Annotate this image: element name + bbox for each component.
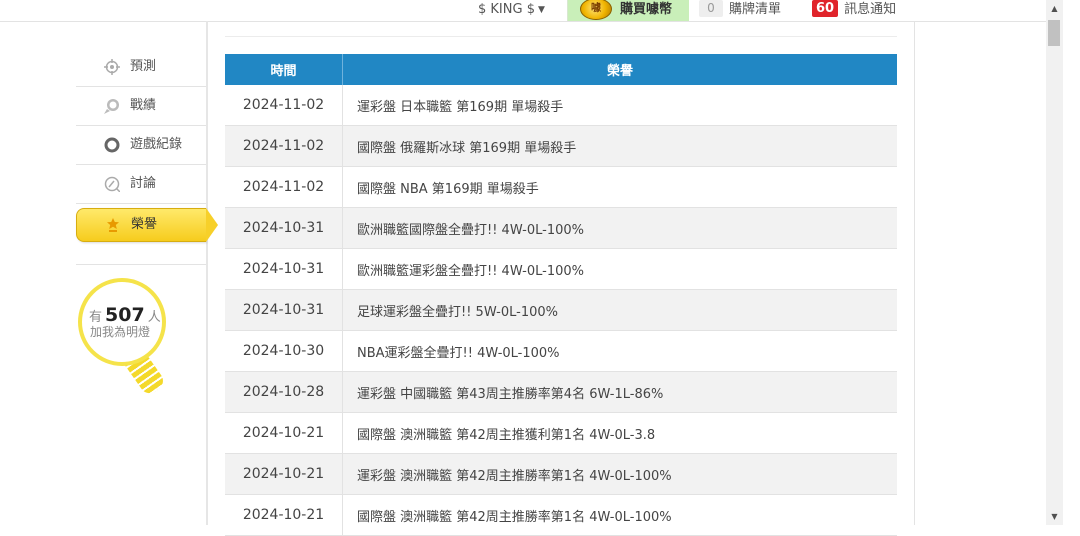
caret-down-icon: ▼ (537, 5, 545, 15)
column-header-honor: 榮譽 (342, 54, 897, 85)
honor-title: 運彩盤 澳洲職籃 第42周主推勝率第1名 4W-0L-100% (342, 453, 897, 495)
honor-date: 2024-10-31 (225, 289, 343, 331)
crosshair-icon (104, 59, 120, 75)
honor-date: 2024-10-30 (225, 330, 343, 372)
notify-count-badge: 60 (812, 0, 839, 17)
table-row: 2024-10-31 歐洲職籃國際盤全疊打!! 4W-0L-100% (225, 207, 897, 249)
sidebar-item-discuss[interactable]: 討論 (76, 165, 206, 204)
table-row: 2024-10-31 歐洲職籃運彩盤全疊打!! 4W-0L-100% (225, 248, 897, 290)
medal-icon (107, 218, 119, 232)
content-right-border (914, 21, 915, 525)
honor-date: 2024-11-02 (225, 166, 343, 208)
follow-bulb[interactable]: 有 507 人 加我為明燈 (78, 278, 176, 398)
honor-date: 2024-10-31 (225, 207, 343, 249)
table-row: 2024-10-21 國際盤 澳洲職籃 第42周主推獲利第1名 4W-0L-3.8 (225, 412, 897, 454)
sidebar-item-label: 戰績 (130, 98, 157, 113)
buy-coins-label: 購買噱幣 (620, 2, 673, 17)
honor-title: 國際盤 NBA 第169期 單場殺手 (342, 166, 897, 208)
honor-date: 2024-11-02 (225, 85, 343, 126)
sidebar-item-record[interactable]: 戰績 (76, 87, 206, 126)
ring-icon (104, 137, 120, 153)
table-row: 2024-10-31 足球運彩盤全疊打!! 5W-0L-100% (225, 289, 897, 331)
table-row: 2024-10-21 運彩盤 澳洲職籃 第42周主推勝率第1名 4W-0L-100… (225, 453, 897, 495)
sidebar-nav: 預測 戰績 遊戲紀錄 討論 榮譽 (76, 48, 218, 265)
honor-date: 2024-10-28 (225, 371, 343, 413)
honor-title: 國際盤 俄羅斯冰球 第169期 單場殺手 (342, 125, 897, 167)
honor-title: 國際盤 澳洲職籃 第42周主推獲利第1名 4W-0L-3.8 (342, 412, 897, 454)
honor-title: NBA運彩盤全疊打!! 4W-0L-100% (342, 330, 897, 372)
vertical-scrollbar[interactable]: ▲ ▼ (1046, 0, 1063, 525)
scroll-down-arrow-icon[interactable]: ▼ (1046, 508, 1063, 525)
user-menu[interactable]: $ KING $ ▼ (478, 0, 545, 21)
honors-table: 時間 榮譽 2024-11-02 運彩盤 日本職籃 第169期 單場殺手 2024-… (225, 54, 897, 536)
sidebar-item-honors[interactable]: 榮譽 (76, 208, 218, 242)
table-header-row: 時間 榮譽 (225, 54, 897, 85)
honor-title: 歐洲職籃國際盤全疊打!! 4W-0L-100% (342, 207, 897, 249)
content-top-divider (225, 36, 897, 37)
notify-label: 訊息通知 (844, 2, 897, 17)
notifications-link[interactable]: 60 訊息通知 (812, 0, 896, 21)
sidebar-item-label: 榮譽 (131, 217, 158, 232)
honor-date: 2024-10-21 (225, 494, 343, 536)
top-bar: $ KING $ ▼ 噱 購買噱幣 0 購牌清單 60 訊息通知 (0, 0, 1046, 22)
cart-label: 購牌清單 (729, 2, 782, 17)
sidebar-item-label: 遊戲紀錄 (130, 137, 183, 152)
column-header-time: 時間 (225, 54, 343, 85)
user-name: $ KING $ (478, 2, 535, 17)
honor-title: 歐洲職籃運彩盤全疊打!! 4W-0L-100% (342, 248, 897, 290)
table-row: 2024-10-30 NBA運彩盤全疊打!! 4W-0L-100% (225, 330, 897, 372)
coin-icon: 噱 (580, 0, 612, 20)
sidebar-item-predict[interactable]: 預測 (76, 48, 206, 87)
sidebar-item-game-log[interactable]: 遊戲紀錄 (76, 126, 206, 165)
table-row: 2024-10-28 運彩盤 中國職籃 第43周主推勝率第4名 6W-1L-86% (225, 371, 897, 413)
table-row: 2024-10-21 國際盤 澳洲職籃 第42周主推勝率第1名 4W-0L-100… (225, 494, 897, 536)
honor-date: 2024-11-02 (225, 125, 343, 167)
sidebar-divider (206, 21, 208, 525)
sidebar-item-label: 預測 (130, 59, 157, 74)
honor-date: 2024-10-31 (225, 248, 343, 290)
table-row: 2024-11-02 國際盤 NBA 第169期 單場殺手 (225, 166, 897, 208)
honor-date: 2024-10-21 (225, 453, 343, 495)
scroll-thumb[interactable] (1048, 20, 1060, 46)
table-row: 2024-11-02 國際盤 俄羅斯冰球 第169期 單場殺手 (225, 125, 897, 167)
follow-label: 加我為明燈 (90, 325, 151, 339)
table-row: 2024-11-02 運彩盤 日本職籃 第169期 單場殺手 (225, 85, 897, 126)
sidebar-item-label: 討論 (130, 176, 157, 191)
honor-title: 運彩盤 日本職籃 第169期 單場殺手 (342, 85, 897, 126)
honor-date: 2024-10-21 (225, 412, 343, 454)
honor-title: 足球運彩盤全疊打!! 5W-0L-100% (342, 289, 897, 331)
buy-coins-button[interactable]: 噱 購買噱幣 (567, 0, 689, 21)
table-body: 2024-11-02 運彩盤 日本職籃 第169期 單場殺手 2024-11-02 國… (225, 85, 897, 536)
chat-bubble-icon (104, 99, 119, 114)
comment-icon (104, 176, 120, 192)
sidebar-spacer (76, 242, 206, 265)
cart-count-badge: 0 (699, 0, 723, 17)
honor-title: 運彩盤 中國職籃 第43周主推勝率第4名 6W-1L-86% (342, 371, 897, 413)
honor-title: 國際盤 澳洲職籃 第42周主推勝率第1名 4W-0L-100% (342, 494, 897, 536)
scroll-up-arrow-icon[interactable]: ▲ (1046, 0, 1063, 17)
cart-link[interactable]: 0 購牌清單 (699, 0, 781, 21)
